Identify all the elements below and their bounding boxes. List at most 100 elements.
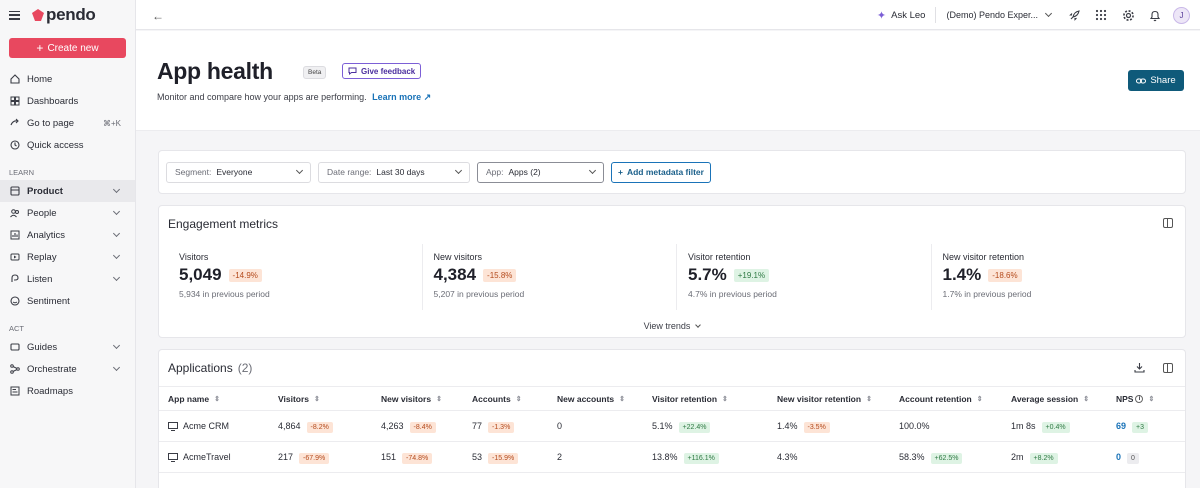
bell-icon[interactable] — [1143, 3, 1167, 27]
learn-more-link[interactable]: Learn more ↗ — [372, 92, 431, 102]
app-name-cell[interactable]: Acme CRM — [159, 410, 269, 442]
applications-title-text: Applications — [168, 361, 233, 375]
sort-icon[interactable]: ⇕ — [314, 396, 320, 403]
columns-panel-icon[interactable] — [1163, 218, 1173, 228]
change-badge: -8.2% — [306, 422, 333, 433]
section-label-act: ACT — [9, 324, 24, 333]
people-icon — [9, 208, 20, 219]
create-new-button[interactable]: + Create new — [9, 38, 126, 58]
cell-value: 151 — [381, 452, 397, 462]
sort-icon[interactable]: ⇕ — [619, 396, 625, 403]
app-filter-value: Apps (2) — [508, 167, 541, 177]
app-selector[interactable]: (Demo) Pendo Exper... — [938, 9, 1059, 20]
metric-visitor-retention: Visitor retention 5.7% +19.1% 4.7% in pre… — [677, 244, 932, 310]
date-range-filter-value: Last 30 days — [376, 167, 425, 177]
chevron-down-icon — [112, 341, 121, 350]
download-icon[interactable] — [1134, 362, 1145, 376]
metric-previous: 4.7% in previous period — [688, 289, 777, 299]
share-button[interactable]: Share — [1128, 70, 1184, 91]
metric-label: Visitors — [179, 252, 209, 262]
clock-icon — [9, 140, 20, 151]
nps-value[interactable]: 69 — [1116, 421, 1126, 431]
section-label-learn: LEARN — [9, 168, 35, 177]
table-row[interactable]: Acme CRM 4,864 -8.2% 4,263 -8.4% 77 -1.3% 0… — [159, 410, 1185, 442]
column-header-visitors[interactable]: Visitors ⇕ — [269, 386, 372, 411]
visitors-cell: 4,864 -8.2% — [269, 410, 372, 442]
column-header-nps[interactable]: NPS i ⇕ — [1107, 386, 1185, 411]
avatar[interactable]: J — [1173, 6, 1190, 24]
sidebar-item-dashboards[interactable]: Dashboards — [0, 90, 135, 112]
app-name-cell[interactable]: AcmeTravel — [159, 441, 269, 473]
column-header-accounts[interactable]: Accounts ⇕ — [463, 386, 548, 411]
column-header-new-visitors[interactable]: New visitors ⇕ — [372, 386, 463, 411]
sort-icon[interactable]: ⇕ — [1083, 396, 1089, 403]
sidebar-item-label: Analytics — [27, 229, 66, 241]
sidebar-item-quick-access[interactable]: Quick access — [0, 134, 135, 156]
column-header-new-visitor-retention[interactable]: New visitor retention ⇕ — [768, 386, 890, 411]
segment-filter[interactable]: Segment: Everyone — [166, 161, 311, 183]
gear-icon[interactable] — [1116, 3, 1140, 27]
page-title: App health — [157, 58, 273, 84]
cell-value: 0 — [557, 421, 563, 431]
date-range-filter[interactable]: Date range: Last 30 days — [318, 161, 470, 183]
sort-icon[interactable]: ⇕ — [722, 396, 728, 403]
ask-leo-button[interactable]: ✦ Ask Leo — [869, 5, 934, 25]
chevron-down-icon — [112, 185, 121, 194]
sort-icon[interactable]: ⇕ — [977, 396, 983, 403]
give-feedback-button[interactable]: Give feedback — [342, 63, 422, 79]
app-grid-icon[interactable] — [1089, 3, 1113, 27]
column-header-average-session[interactable]: Average session ⇕ — [1002, 386, 1107, 411]
change-badge: +3 — [1132, 422, 1148, 433]
column-header-visitor-retention[interactable]: Visitor retention ⇕ — [643, 386, 768, 411]
average-session-cell: 1m 8s +0.4% — [1002, 410, 1107, 442]
applications-count: (2) — [237, 361, 253, 375]
cell-value: 4.3% — [777, 452, 798, 462]
sort-icon[interactable]: ⇕ — [516, 396, 522, 403]
app-filter[interactable]: App: Apps (2) — [477, 161, 604, 183]
nps-value[interactable]: 0 — [1116, 452, 1121, 462]
table-row[interactable]: AcmeTravel 217 -67.9% 151 -74.8% 53 -15.9% … — [159, 441, 1185, 473]
sidebar-item-replay[interactable]: Replay — [0, 246, 135, 268]
monitor-icon — [168, 421, 178, 431]
menu-icon[interactable] — [9, 10, 20, 20]
sort-icon[interactable]: ⇕ — [1148, 396, 1154, 403]
info-icon[interactable]: i — [1135, 395, 1144, 404]
rocket-icon[interactable] — [1062, 3, 1086, 27]
column-header-label: Account retention — [899, 393, 972, 404]
sidebar-item-label: People — [27, 207, 57, 219]
metric-label: New visitors — [433, 252, 483, 262]
sidebar-item-guides[interactable]: Guides — [0, 336, 135, 358]
sidebar-item-go-to-page[interactable]: Go to page ⌘+K — [0, 112, 135, 134]
divider — [935, 7, 937, 23]
visitor-retention-cell: 5.1% +22.4% — [643, 410, 768, 442]
chevron-down-icon — [112, 363, 121, 372]
applications-card: Applications (2) App name ⇕ Visitors ⇕ New … — [158, 349, 1186, 488]
external-link-icon: ↗ — [423, 92, 432, 102]
back-arrow-icon[interactable]: ← — [152, 9, 164, 23]
chevron-down-icon — [112, 229, 121, 238]
column-header-account-retention[interactable]: Account retention ⇕ — [890, 386, 1002, 411]
account-retention-cell: 100.0% — [890, 410, 1002, 442]
sidebar-item-home[interactable]: Home — [0, 68, 135, 90]
learn-more-label: Learn more — [372, 92, 422, 102]
sidebar-item-analytics[interactable]: Analytics — [0, 224, 135, 246]
column-header-app-name[interactable]: App name ⇕ — [159, 386, 269, 411]
sidebar-item-roadmaps[interactable]: Roadmaps — [0, 380, 135, 402]
sidebar-item-orchestrate[interactable]: Orchestrate — [0, 358, 135, 380]
sort-icon[interactable]: ⇕ — [436, 396, 442, 403]
sidebar-item-sentiment[interactable]: Sentiment — [0, 290, 135, 312]
sidebar-item-product[interactable]: Product — [0, 180, 135, 202]
sort-icon[interactable]: ⇕ — [866, 396, 872, 403]
pendo-logo[interactable]: pendo — [32, 5, 96, 25]
column-header-label: Accounts — [472, 393, 511, 404]
view-trends-button[interactable]: View trends — [159, 321, 1185, 331]
chevron-down-icon — [112, 207, 121, 216]
chevron-down-icon — [454, 166, 463, 174]
columns-panel-icon[interactable] — [1163, 363, 1173, 373]
plus-icon: + — [36, 41, 44, 55]
add-metadata-filter-button[interactable]: + Add metadata filter — [611, 161, 711, 183]
column-header-new-accounts[interactable]: New accounts ⇕ — [548, 386, 643, 411]
sort-icon[interactable]: ⇕ — [214, 396, 220, 403]
sidebar-item-listen[interactable]: Listen — [0, 268, 135, 290]
sidebar-item-people[interactable]: People — [0, 202, 135, 224]
